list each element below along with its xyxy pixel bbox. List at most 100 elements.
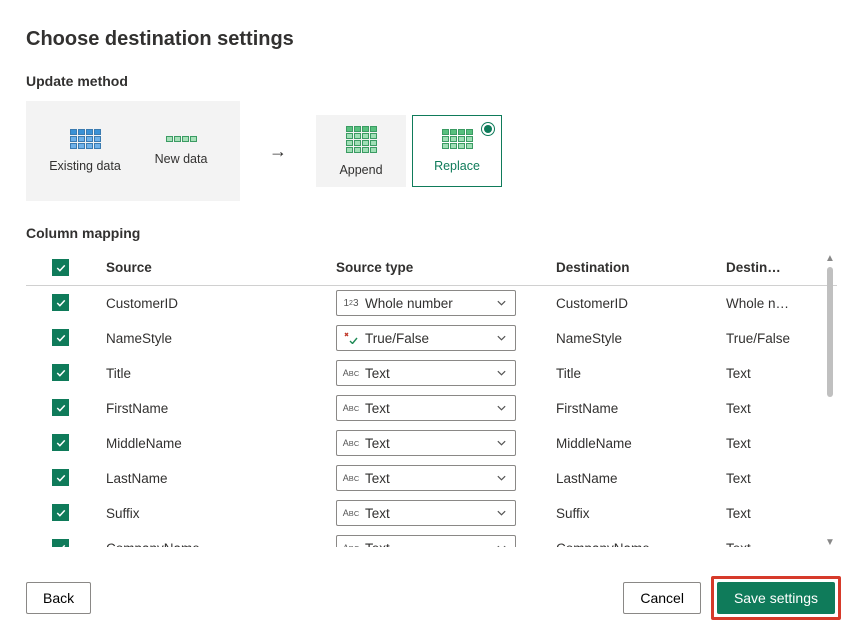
destination-cell: CustomerID <box>556 296 726 311</box>
scroll-down-icon[interactable]: ▼ <box>825 537 835 549</box>
table-row: FirstNameABCTextFirstNameText <box>26 391 837 426</box>
chevron-down-icon <box>496 368 507 379</box>
scroll-up-icon[interactable]: ▲ <box>825 253 835 265</box>
dest-type-cell: Text <box>726 506 816 521</box>
dest-type-cell: Text <box>726 401 816 416</box>
source-type-dropdown[interactable]: 123Whole number <box>336 290 516 316</box>
text-type-icon: ABC <box>343 506 359 520</box>
source-type-value: Text <box>365 366 390 381</box>
number-type-icon: 123 <box>343 296 359 310</box>
source-type-dropdown[interactable]: ABC Text <box>336 360 516 386</box>
dest-type-cell: Text <box>726 541 816 547</box>
table-row: TitleABCTextTitleText <box>26 356 837 391</box>
table-row: MiddleNameABCTextMiddleNameText <box>26 426 837 461</box>
existing-data-label: Existing data <box>49 159 121 173</box>
row-checkbox[interactable] <box>52 329 69 346</box>
chevron-down-icon <box>496 508 507 519</box>
existing-data-card: Existing data <box>40 115 130 187</box>
header-dest-type[interactable]: Destin… <box>726 260 816 275</box>
new-data-label: New data <box>155 152 208 166</box>
source-cell: CompanyName <box>106 541 336 547</box>
destination-cell: FirstName <box>556 401 726 416</box>
row-checkbox[interactable] <box>52 504 69 521</box>
page-title: Choose destination settings <box>26 28 837 51</box>
source-cell: Title <box>106 366 336 381</box>
text-type-icon: ABC <box>343 401 359 415</box>
scroll-thumb[interactable] <box>827 267 833 397</box>
destination-cell: MiddleName <box>556 436 726 451</box>
append-card[interactable]: Append <box>316 115 406 187</box>
row-checkbox[interactable] <box>52 434 69 451</box>
table-row: LastNameABCTextLastNameText <box>26 461 837 496</box>
row-checkbox[interactable] <box>52 539 69 546</box>
selected-radio-icon <box>481 122 495 136</box>
source-type-dropdown[interactable]: ABC Text <box>336 395 516 421</box>
new-data-icon <box>166 136 197 142</box>
table-row: CustomerID123Whole numberCustomerIDWhole… <box>26 286 837 321</box>
new-data-card: New data <box>136 115 226 187</box>
footer: Back Cancel Save settings <box>26 576 841 620</box>
header-source[interactable]: Source <box>106 260 336 275</box>
select-all-checkbox[interactable] <box>52 259 69 276</box>
source-type-value: Text <box>365 436 390 451</box>
existing-data-icon <box>70 129 101 149</box>
bool-type-icon <box>343 331 359 345</box>
back-button[interactable]: Back <box>26 582 91 614</box>
source-cell: Suffix <box>106 506 336 521</box>
scrollbar[interactable]: ▲ ▼ <box>823 253 837 549</box>
source-cell: NameStyle <box>106 331 336 346</box>
text-type-icon: ABC <box>343 541 359 547</box>
method-options: Append Replace <box>316 115 502 187</box>
replace-icon <box>442 129 473 149</box>
dest-type-cell: Text <box>726 436 816 451</box>
source-cell: MiddleName <box>106 436 336 451</box>
source-type-value: Text <box>365 401 390 416</box>
header-destination[interactable]: Destination <box>556 260 726 275</box>
destination-cell: LastName <box>556 471 726 486</box>
chevron-down-icon <box>496 438 507 449</box>
dest-type-cell: Whole n… <box>726 296 816 311</box>
column-mapping-label: Column mapping <box>26 225 837 241</box>
source-type-value: Text <box>365 471 390 486</box>
chevron-down-icon <box>496 333 507 344</box>
replace-card[interactable]: Replace <box>412 115 502 187</box>
dest-type-cell: Text <box>726 471 816 486</box>
source-type-dropdown[interactable]: ABC Text <box>336 500 516 526</box>
dest-type-cell: Text <box>726 366 816 381</box>
source-type-dropdown[interactable]: True/False <box>336 325 516 351</box>
chevron-down-icon <box>496 403 507 414</box>
save-highlight: Save settings <box>711 576 841 620</box>
row-checkbox[interactable] <box>52 364 69 381</box>
save-settings-button[interactable]: Save settings <box>717 582 835 614</box>
append-icon <box>346 126 377 153</box>
row-checkbox[interactable] <box>52 469 69 486</box>
table-body: CustomerID123Whole numberCustomerIDWhole… <box>26 285 837 547</box>
dest-type-cell: True/False <box>726 331 816 346</box>
table-row: NameStyleTrue/FalseNameStyleTrue/False <box>26 321 837 356</box>
chevron-down-icon <box>496 543 507 547</box>
source-type-value: Text <box>365 541 390 547</box>
table-header: Source Source type Destination Destin… <box>26 253 837 285</box>
source-type-dropdown[interactable]: ABC Text <box>336 535 516 547</box>
arrow-icon: → <box>258 141 298 162</box>
destination-cell: CompanyName <box>556 541 726 547</box>
destination-cell: NameStyle <box>556 331 726 346</box>
mapping-table: Source Source type Destination Destin… C… <box>26 253 837 547</box>
row-checkbox[interactable] <box>52 294 69 311</box>
header-source-type[interactable]: Source type <box>336 260 556 275</box>
text-type-icon: ABC <box>343 366 359 380</box>
replace-label: Replace <box>434 159 480 173</box>
table-row: CompanyNameABCTextCompanyNameText <box>26 531 837 547</box>
source-type-dropdown[interactable]: ABC Text <box>336 465 516 491</box>
chevron-down-icon <box>496 298 507 309</box>
destination-cell: Suffix <box>556 506 726 521</box>
chevron-down-icon <box>496 473 507 484</box>
current-data-group: Existing data New data <box>26 101 240 201</box>
cancel-button[interactable]: Cancel <box>623 582 701 614</box>
row-checkbox[interactable] <box>52 399 69 416</box>
update-method-label: Update method <box>26 73 837 89</box>
source-type-value: Text <box>365 506 390 521</box>
text-type-icon: ABC <box>343 471 359 485</box>
source-cell: LastName <box>106 471 336 486</box>
source-type-dropdown[interactable]: ABCText <box>336 430 516 456</box>
